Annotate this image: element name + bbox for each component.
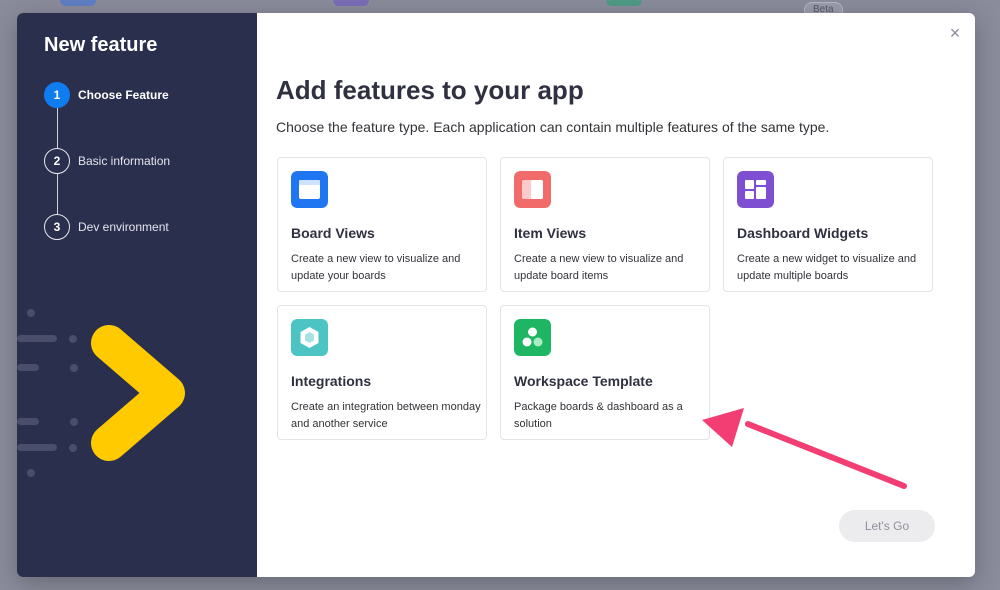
feature-card-integrations[interactable]: Integrations Create an integration betwe…: [277, 305, 487, 440]
feature-card-item-views[interactable]: Item Views Create a new view to visualiz…: [500, 157, 710, 292]
step-number: 1: [44, 82, 70, 108]
page-title: Add features to your app: [276, 75, 584, 105]
feature-description: Create a new view to visualize and updat…: [291, 253, 461, 282]
workspace-template-icon: [514, 319, 551, 356]
dashboard-widget-icon: [737, 171, 774, 208]
speed-lines: [17, 309, 78, 477]
background-app-icon: [606, 0, 642, 6]
page-subtitle: Choose the feature type. Each applicatio…: [276, 119, 830, 135]
step-label: Basic information: [78, 154, 171, 168]
step-dev-environment[interactable]: 3 Dev environment: [44, 213, 169, 241]
brand-decoration: [17, 309, 185, 477]
step-number: 3: [44, 214, 70, 240]
feature-description: Package boards & dashboard as a solution: [514, 401, 683, 430]
step-label: Dev environment: [78, 220, 169, 234]
new-feature-modal: New feature 1 Choose Feature 2 Basic inf…: [17, 13, 975, 577]
feature-title: Item Views: [514, 225, 587, 241]
sidebar-title: New feature: [44, 34, 158, 56]
item-view-icon: [514, 171, 551, 208]
feature-card-workspace-template[interactable]: Workspace Template Package boards & dash…: [500, 305, 710, 440]
feature-title: Board Views: [291, 225, 375, 241]
wizard-sidebar: New feature 1 Choose Feature 2 Basic inf…: [17, 13, 257, 577]
feature-selection-panel: × Add features to your app Choose the fe…: [257, 13, 975, 577]
background-toolbar: [30, 0, 990, 12]
feature-description: Create a new widget to visualize and upd…: [737, 253, 917, 282]
integration-icon: [291, 319, 328, 356]
background-app-icon: [60, 0, 96, 6]
feature-description: Create an integration between monday and…: [291, 401, 481, 430]
step-label: Choose Feature: [78, 88, 169, 102]
lets-go-button[interactable]: Let's Go: [839, 510, 935, 542]
feature-description: Create a new view to visualize and updat…: [514, 253, 684, 282]
feature-card-dashboard-widgets[interactable]: Dashboard Widgets Create a new widget to…: [723, 157, 933, 292]
step-basic-information[interactable]: 2 Basic information: [44, 147, 170, 175]
board-view-icon: [291, 171, 328, 208]
feature-title: Workspace Template: [514, 373, 653, 389]
step-choose-feature[interactable]: 1 Choose Feature: [44, 81, 169, 109]
step-number: 2: [44, 148, 70, 174]
background-app-icon: [333, 0, 369, 6]
chevron-logo-icon: [91, 325, 185, 461]
feature-card-board-views[interactable]: Board Views Create a new view to visuali…: [277, 157, 487, 292]
feature-title: Integrations: [291, 373, 372, 389]
feature-title: Dashboard Widgets: [737, 225, 869, 241]
close-icon[interactable]: ×: [945, 23, 965, 43]
